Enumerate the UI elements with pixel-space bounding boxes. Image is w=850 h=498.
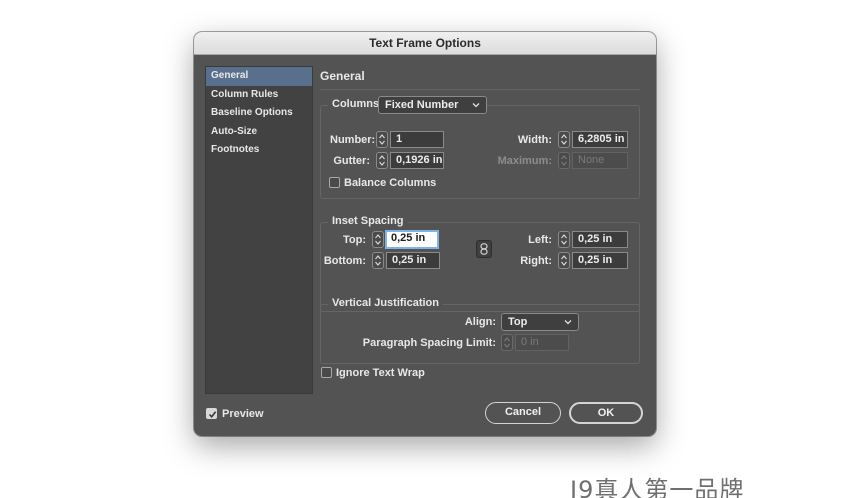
- stepper-arrows-icon: [561, 255, 567, 266]
- number-label: Number:: [330, 134, 376, 146]
- stepper-arrows-icon: [561, 155, 567, 166]
- inset-left-stepper[interactable]: [558, 231, 570, 248]
- inset-top-stepper[interactable]: [372, 231, 384, 248]
- sidebar: General Column Rules Baseline Options Au…: [205, 66, 313, 394]
- width-input[interactable]: 6,2805 in: [572, 131, 628, 148]
- inset-bottom-label: Bottom:: [323, 255, 366, 267]
- ignore-text-wrap-checkbox[interactable]: [321, 367, 332, 378]
- inset-bottom-stepper[interactable]: [372, 252, 384, 269]
- vertical-justification-label: Vertical Justification: [328, 297, 443, 309]
- paragraph-spacing-limit-stepper: [501, 334, 513, 351]
- maximum-stepper: [558, 152, 570, 169]
- align-label: Align:: [464, 316, 496, 328]
- balance-columns-checkbox[interactable]: [329, 177, 340, 188]
- preview-checkbox[interactable]: [206, 408, 217, 419]
- inset-left-label: Left:: [528, 234, 552, 246]
- ok-button[interactable]: OK: [569, 402, 643, 424]
- section-divider: [320, 89, 640, 90]
- watermark-text: J9真人第一品牌: [570, 476, 745, 498]
- inset-right-stepper[interactable]: [558, 252, 570, 269]
- maximum-label: Maximum:: [497, 155, 552, 167]
- section-title: General: [320, 69, 365, 83]
- sidebar-item-general[interactable]: General: [206, 67, 312, 86]
- inset-top-input[interactable]: 0,25 in: [385, 230, 439, 249]
- gutter-stepper[interactable]: [376, 152, 388, 169]
- inset-right-input[interactable]: 0,25 in: [572, 252, 628, 269]
- ignore-text-wrap-label: Ignore Text Wrap: [336, 367, 425, 379]
- sidebar-item-footnotes[interactable]: Footnotes: [206, 141, 312, 160]
- columns-mode-select[interactable]: Fixed Number: [378, 96, 487, 114]
- stepper-arrows-icon: [375, 234, 381, 245]
- number-stepper[interactable]: [376, 131, 388, 148]
- number-input[interactable]: 1: [390, 131, 444, 148]
- align-value: Top: [508, 316, 528, 328]
- inset-bottom-input[interactable]: 0,25 in: [386, 252, 440, 269]
- inset-top-label: Top:: [342, 234, 366, 246]
- stepper-arrows-icon: [561, 134, 567, 145]
- chain-link-button[interactable]: [476, 240, 492, 258]
- balance-columns-label: Balance Columns: [344, 177, 437, 189]
- inset-left-input[interactable]: 0,25 in: [572, 231, 628, 248]
- columns-mode-value: Fixed Number: [385, 99, 459, 111]
- chevron-down-icon: [564, 320, 572, 325]
- cancel-button[interactable]: Cancel: [485, 402, 561, 424]
- chain-link-icon: [480, 243, 488, 255]
- stepper-arrows-icon: [504, 337, 510, 348]
- align-select[interactable]: Top: [501, 313, 579, 331]
- vertical-justification-group: [320, 304, 640, 364]
- dialog-title: Text Frame Options: [194, 32, 656, 55]
- width-stepper[interactable]: [558, 131, 570, 148]
- stepper-arrows-icon: [379, 134, 385, 145]
- sidebar-item-auto-size[interactable]: Auto-Size: [206, 123, 312, 142]
- sidebar-item-column-rules[interactable]: Column Rules: [206, 86, 312, 105]
- paragraph-spacing-limit-label: Paragraph Spacing Limit:: [362, 337, 496, 349]
- stepper-arrows-icon: [375, 255, 381, 266]
- inset-right-label: Right:: [520, 255, 552, 267]
- gutter-label: Gutter:: [333, 155, 370, 167]
- chevron-down-icon: [472, 103, 480, 108]
- paragraph-spacing-limit-input: 0 in: [515, 334, 569, 351]
- checkmark-icon: [208, 411, 217, 419]
- preview-label: Preview: [222, 408, 264, 420]
- gutter-input[interactable]: 0,1926 in: [390, 152, 444, 169]
- text-frame-options-dialog: Text Frame Options General Column Rules …: [194, 32, 656, 436]
- stepper-arrows-icon: [561, 234, 567, 245]
- stepper-arrows-icon: [379, 155, 385, 166]
- inset-spacing-label: Inset Spacing: [328, 215, 408, 227]
- width-label: Width:: [517, 134, 552, 146]
- sidebar-item-baseline-options[interactable]: Baseline Options: [206, 104, 312, 123]
- maximum-input: None: [572, 152, 628, 169]
